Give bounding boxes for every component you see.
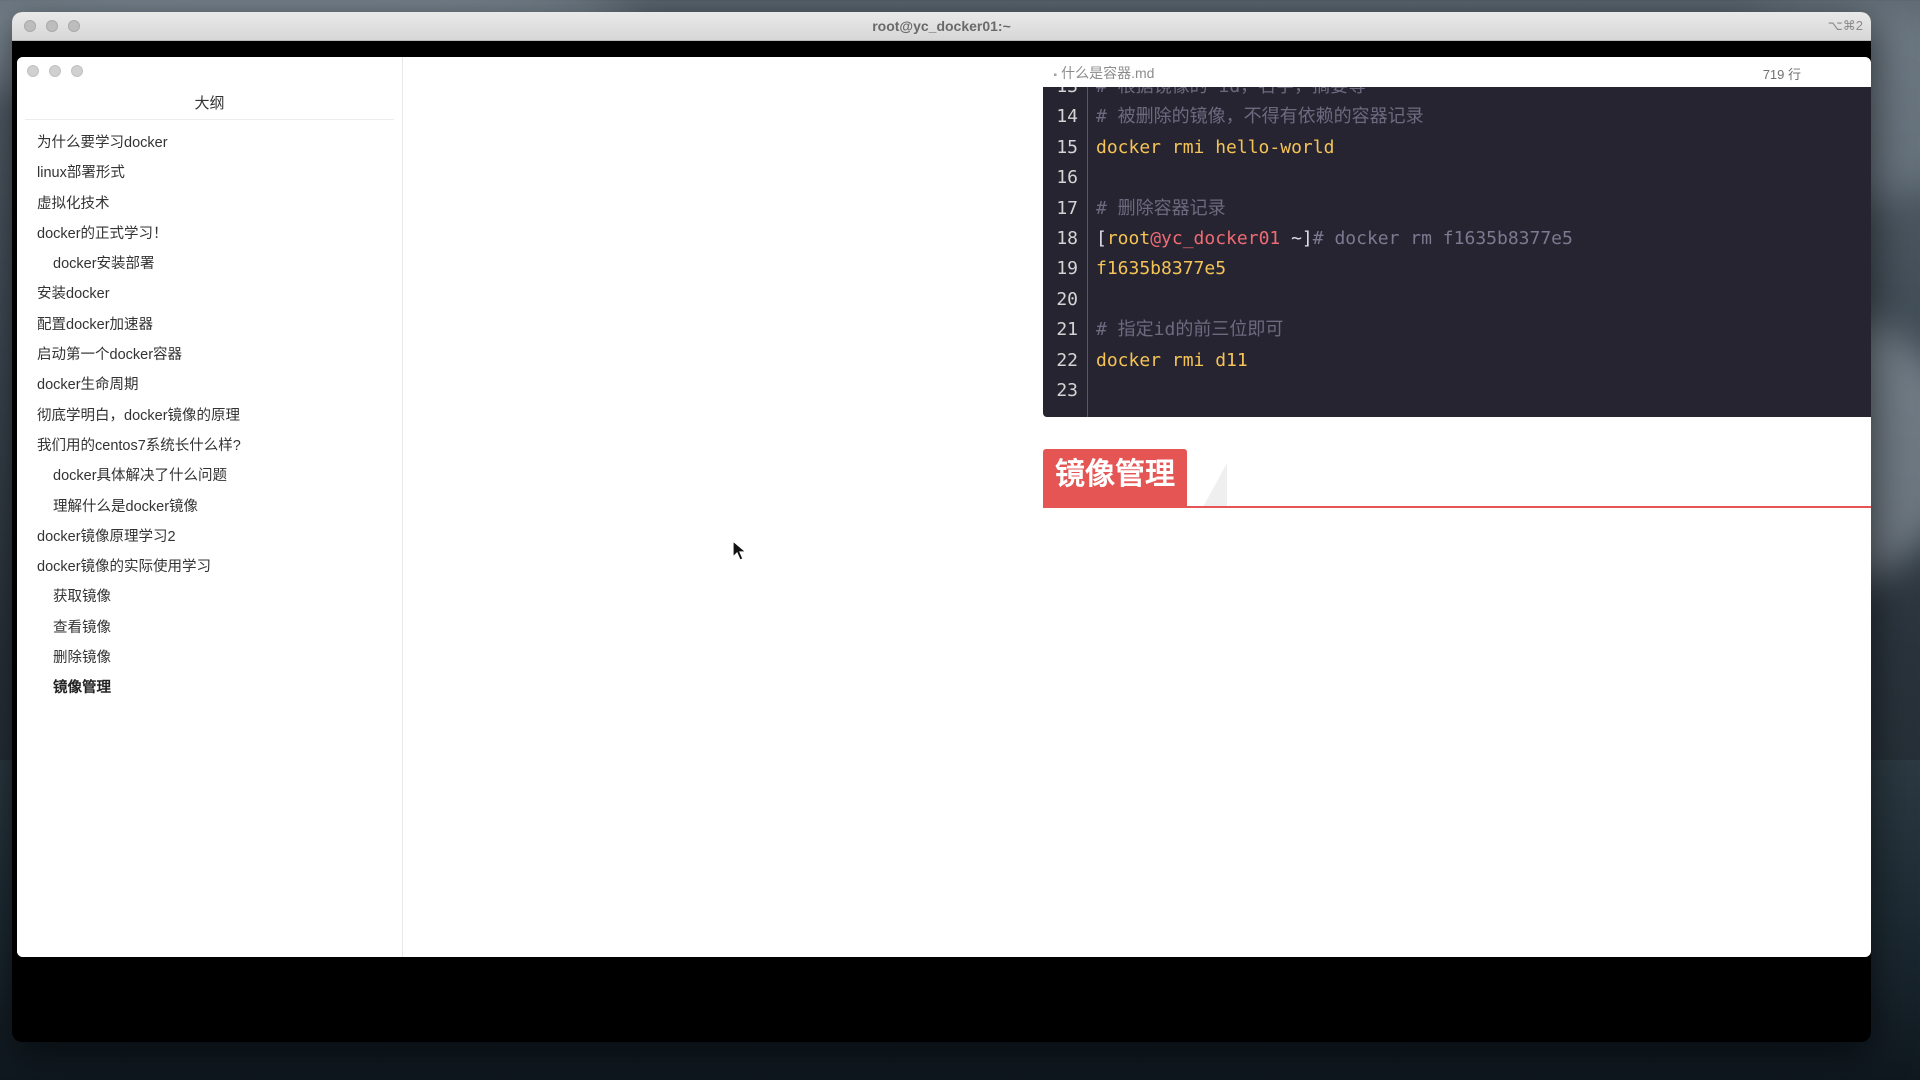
outline-item[interactable]: 彻底学明白，docker镜像的原理	[17, 401, 402, 431]
line-number: 23	[1056, 380, 1078, 401]
outline-item[interactable]: 虚拟化技术	[17, 189, 402, 219]
outline-sidebar: 大纲 为什么要学习docker linux部署形式 虚拟化技术 docker的正式学习…	[17, 57, 403, 957]
outline-item[interactable]: 我们用的centos7系统长什么样?	[17, 431, 402, 461]
code-text: docker rmi hello-world	[1096, 136, 1335, 158]
code-prompt: [root@yc_docker01 ~]# docker rm f1635b83…	[1096, 224, 1573, 254]
document-title-text: 什么是容器.md	[1061, 65, 1155, 81]
document-icon: ▪	[1053, 70, 1058, 81]
code-text: # 被删除的镜像，不得有依赖的容器记录	[1096, 106, 1424, 128]
code-text: docker rmi d11	[1096, 349, 1248, 371]
line-number: 15	[1056, 136, 1078, 158]
outline-item[interactable]: 配置docker加速器	[17, 310, 402, 340]
outline-list: 为什么要学习docker linux部署形式 虚拟化技术 docker的正式学习！ do…	[17, 120, 402, 704]
outline-item[interactable]: 理解什么是docker镜像	[17, 492, 402, 522]
code-line: 15 docker rmi hello-world	[1043, 133, 1871, 163]
outline-heading: 大纲	[25, 89, 394, 120]
code-line: 23	[1043, 376, 1871, 406]
code-text: # 根据镜像的 id，名字，摘要等	[1096, 87, 1366, 102]
outline-item[interactable]: 获取镜像	[17, 582, 402, 612]
line-number: 14	[1056, 106, 1078, 128]
heading-fold-decoration	[1203, 463, 1227, 507]
outline-item[interactable]: docker镜像原理学习2	[17, 522, 402, 552]
line-number: 20	[1056, 288, 1078, 310]
terminal-window[interactable]: root@yc_docker01:~ ⌥⌘2 ▪ 什么是容器.md 719 行 大…	[12, 12, 1871, 1042]
code-line: 17 # 删除容器记录	[1043, 194, 1871, 224]
code-token: @yc_docker01	[1150, 228, 1281, 249]
line-number: 19	[1056, 258, 1078, 280]
code-text: f1635b8377e5	[1096, 258, 1227, 280]
line-count: 719 行	[1762, 67, 1801, 82]
outline-item[interactable]: docker的正式学习！	[17, 219, 402, 249]
code-line: 16	[1043, 163, 1871, 193]
heading-underline	[1043, 506, 1871, 508]
terminal-shortcut-label: ⌥⌘2	[1827, 18, 1863, 33]
section-heading[interactable]: 镜像管理	[1043, 449, 1871, 509]
code-token: # docker rm f1635b8377e5	[1312, 228, 1573, 249]
code-line: 21 # 指定id的前三位即可	[1043, 315, 1871, 345]
close-window-button[interactable]	[27, 65, 39, 77]
outline-item[interactable]: docker镜像的实际使用学习	[17, 552, 402, 582]
code-text: # 指定id的前三位即可	[1096, 319, 1284, 341]
code-token: [	[1096, 228, 1107, 249]
code-line: 19 f1635b8377e5	[1043, 254, 1871, 284]
minimize-window-button[interactable]	[49, 65, 61, 77]
zoom-window-button[interactable]	[71, 65, 83, 77]
outline-item[interactable]: 安装docker	[17, 279, 402, 309]
code-block[interactable]: 13 # 根据镜像的 id，名字，摘要等 14 # 被删除的镜像，不得有依赖的容器记录…	[1043, 87, 1871, 417]
terminal-title: root@yc_docker01:~	[872, 18, 1011, 34]
editor-area[interactable]: 13 # 根据镜像的 id，名字，摘要等 14 # 被删除的镜像，不得有依赖的容器记录…	[403, 57, 1871, 957]
outline-item[interactable]: linux部署形式	[17, 158, 402, 188]
code-line: 13 # 根据镜像的 id，名字，摘要等	[1043, 87, 1871, 102]
outline-item[interactable]: 启动第一个docker容器	[17, 340, 402, 370]
line-number: 21	[1056, 319, 1078, 341]
outline-item[interactable]: 为什么要学习docker	[17, 128, 402, 158]
code-line: 18 [root@yc_docker01 ~]# docker rm f1635b…	[1043, 224, 1871, 254]
typora-window[interactable]: ▪ 什么是容器.md 719 行 大纲 为什么要学习docker linux部署形式…	[17, 57, 1871, 957]
code-token: ~]	[1280, 228, 1313, 249]
section-heading-text: 镜像管理	[1043, 449, 1187, 507]
code-line: 14 # 被删除的镜像，不得有依赖的容器记录	[1043, 102, 1871, 132]
outline-item[interactable]: 镜像管理	[17, 673, 402, 703]
line-number: 16	[1056, 167, 1078, 189]
typora-window-controls	[27, 65, 83, 77]
document-title: ▪ 什么是容器.md	[337, 63, 1871, 83]
outline-item[interactable]: docker具体解决了什么问题	[17, 461, 402, 491]
outline-item[interactable]: 删除镜像	[17, 643, 402, 673]
code-line: 20	[1043, 285, 1871, 315]
code-line: 22 docker rmi d11	[1043, 346, 1871, 376]
line-number: 13	[1043, 87, 1078, 102]
line-number: 17	[1056, 197, 1078, 219]
code-text: # 删除容器记录	[1096, 197, 1226, 219]
outline-item[interactable]: 查看镜像	[17, 613, 402, 643]
terminal-titlebar[interactable]: root@yc_docker01:~ ⌥⌘2	[12, 12, 1871, 41]
outline-item[interactable]: docker安装部署	[17, 249, 402, 279]
line-number: 22	[1056, 349, 1078, 371]
code-token: root	[1106, 228, 1151, 249]
line-number: 18	[1056, 228, 1078, 249]
outline-item[interactable]: docker生命周期	[17, 370, 402, 400]
